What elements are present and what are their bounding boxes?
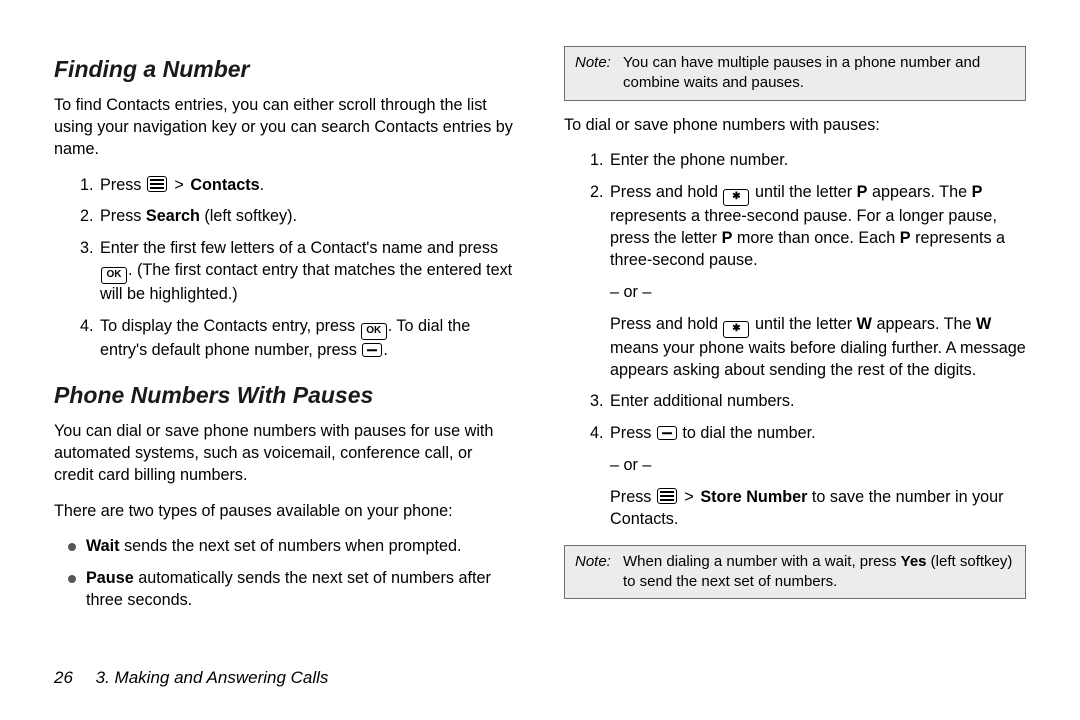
text: Press <box>100 176 146 194</box>
note-label: Note: <box>575 552 623 593</box>
note-label: Note: <box>575 53 623 94</box>
note-multiple-pauses: Note: You can have multiple pauses in a … <box>564 46 1026 101</box>
yes-label: Yes <box>901 553 927 570</box>
step-1: Enter the phone number. <box>608 150 1026 172</box>
text: Press and hold <box>610 315 722 333</box>
contacts-label: Contacts <box>190 176 259 194</box>
gt-icon: > <box>684 488 693 506</box>
menu-key-icon <box>657 488 677 504</box>
letter-p: P <box>857 183 868 201</box>
text: Press <box>610 488 656 506</box>
text: (left softkey). <box>200 207 297 225</box>
note-wait-dial: Note: When dialing a number with a wait,… <box>564 545 1026 600</box>
text: . <box>260 176 265 194</box>
text: . <box>383 341 388 359</box>
letter-p: P <box>900 229 911 247</box>
dial-save-steps: Enter the phone number. Press and hold ✱… <box>564 150 1026 530</box>
text: more than once. Each <box>732 229 899 247</box>
letter-w: W <box>857 315 872 333</box>
manual-page: Finding a Number To find Contacts entrie… <box>0 0 1080 720</box>
list-item: Pause automatically sends the next set o… <box>72 568 516 612</box>
text: to dial the number. <box>678 424 816 442</box>
chapter-title: 3. Making and Answering Calls <box>96 668 329 687</box>
gt-icon: > <box>174 176 183 194</box>
heading-pauses: Phone Numbers With Pauses <box>54 380 516 411</box>
or-separator: – or – <box>610 455 1026 477</box>
list-item: Wait sends the next set of numbers when … <box>72 536 516 558</box>
pauses-intro: You can dial or save phone numbers with … <box>54 421 516 487</box>
text: Press <box>610 424 656 442</box>
or-separator: – or – <box>610 282 1026 304</box>
text: automatically sends the next set of numb… <box>86 569 491 609</box>
search-label: Search <box>146 207 200 225</box>
finding-intro: To find Contacts entries, you can either… <box>54 95 516 161</box>
step-4: Press to dial the number. – or – Press >… <box>608 423 1026 530</box>
letter-p: P <box>972 183 983 201</box>
heading-finding-number: Finding a Number <box>54 54 516 85</box>
call-key-icon <box>657 426 677 440</box>
step-3: Enter the first few letters of a Contact… <box>98 238 516 306</box>
page-number: 26 <box>54 668 73 687</box>
text: until the letter <box>750 315 856 333</box>
store-number-label: Store Number <box>700 488 807 506</box>
finding-steps: Press > Contacts. Press Search (left sof… <box>54 175 516 362</box>
note-text: When dialing a number with a wait, press… <box>623 552 1015 593</box>
pause-label: Pause <box>86 569 134 587</box>
ok-key-icon: OK <box>101 267 127 284</box>
text: appears. The <box>872 315 976 333</box>
wait-label: Wait <box>86 537 120 555</box>
step-4: To display the Contacts entry, press OK.… <box>98 316 516 362</box>
call-key-icon <box>362 343 382 357</box>
letter-p: P <box>722 229 733 247</box>
text: sends the next set of numbers when promp… <box>120 537 462 555</box>
star-key-icon: ✱ <box>723 189 749 206</box>
step-1: Press > Contacts. <box>98 175 516 197</box>
menu-key-icon <box>147 176 167 192</box>
pauses-types-intro: There are two types of pauses available … <box>54 501 516 523</box>
text: until the letter <box>750 183 856 201</box>
text: Press and hold <box>610 183 722 201</box>
ok-key-icon: OK <box>361 323 387 340</box>
text: When dialing a number with a wait, press <box>623 553 901 570</box>
text: appears. The <box>867 183 971 201</box>
letter-w: W <box>976 315 991 333</box>
text: . (The first contact entry that matches … <box>100 261 512 303</box>
note-text: You can have multiple pauses in a phone … <box>623 53 1015 94</box>
dial-save-intro: To dial or save phone numbers with pause… <box>564 115 1026 137</box>
text: To display the Contacts entry, press <box>100 317 360 335</box>
pause-types-list: Wait sends the next set of numbers when … <box>54 536 516 612</box>
step-2: Press and hold ✱ until the letter P appe… <box>608 182 1026 381</box>
left-column: Finding a Number To find Contacts entrie… <box>54 46 540 720</box>
text: Press <box>100 207 146 225</box>
text: Enter the first few letters of a Contact… <box>100 239 498 257</box>
step-2: Press Search (left softkey). <box>98 206 516 228</box>
right-column: Note: You can have multiple pauses in a … <box>540 46 1026 720</box>
page-footer: 26 3. Making and Answering Calls <box>54 667 328 690</box>
text: means your phone waits before dialing fu… <box>610 339 1026 379</box>
star-key-icon: ✱ <box>723 321 749 338</box>
step-3: Enter additional numbers. <box>608 391 1026 413</box>
